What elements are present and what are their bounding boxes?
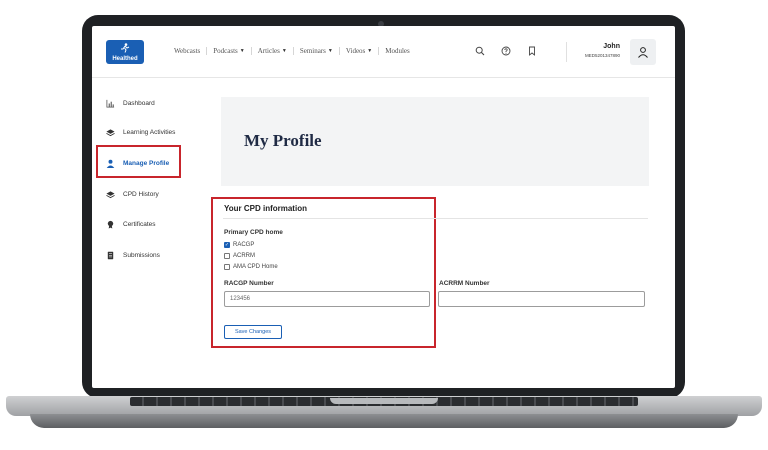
option-acrrm[interactable]: ACRRM <box>224 253 255 259</box>
sidebar-item-dashboard[interactable]: Dashboard <box>106 99 155 108</box>
racgp-number-label: RACGP Number <box>224 280 274 287</box>
chevron-down-icon: ▼ <box>281 48 287 54</box>
nav-videos[interactable]: Videos ▼ <box>340 47 380 55</box>
laptop-screen: Healthed Webcasts Podcasts ▼ Articles ▼ Se… <box>92 26 675 388</box>
user-icon <box>106 159 115 168</box>
laptop-base-bottom <box>30 414 738 428</box>
cpd-section-title: Your CPD information <box>224 204 307 213</box>
check-icon: ✓ <box>224 241 230 248</box>
document-icon <box>107 251 114 260</box>
checkbox-racgp[interactable]: ✓ <box>224 242 230 248</box>
nav-podcasts[interactable]: Podcasts ▼ <box>207 47 252 55</box>
nav-modules[interactable]: Modules <box>379 47 416 55</box>
page-header-panel: My Profile <box>221 97 649 186</box>
nav-icon-group <box>475 46 537 56</box>
chevron-down-icon: ▼ <box>367 48 373 54</box>
user-icon <box>638 47 648 58</box>
healthed-logo[interactable]: Healthed <box>106 40 144 64</box>
sidebar-item-learning-activities[interactable]: Learning Activities <box>106 128 175 137</box>
bookmark-icon[interactable] <box>527 46 537 56</box>
user-divider <box>566 42 567 62</box>
top-navbar: Healthed Webcasts Podcasts ▼ Articles ▼ Se… <box>92 26 675 78</box>
racgp-number-input[interactable]: 123456 <box>224 291 430 307</box>
nav-seminars[interactable]: Seminars ▼ <box>294 47 340 55</box>
logo-text: Healthed <box>112 56 138 62</box>
option-racgp[interactable]: ✓ RACGP <box>224 242 254 248</box>
user-id: MED5201347890 <box>584 53 620 58</box>
layers-icon <box>106 191 115 199</box>
primary-cpd-label: Primary CPD home <box>224 229 283 236</box>
nav-articles[interactable]: Articles ▼ <box>252 47 294 55</box>
chart-icon <box>106 99 115 108</box>
acrrm-number-input[interactable] <box>438 291 645 307</box>
search-icon[interactable] <box>475 46 485 56</box>
page-title: My Profile <box>244 131 322 150</box>
chevron-down-icon: ▼ <box>327 48 333 54</box>
checkbox-acrrm[interactable] <box>224 253 230 259</box>
help-icon[interactable] <box>501 46 511 56</box>
runner-icon <box>121 43 130 53</box>
section-divider <box>223 218 648 219</box>
avatar[interactable] <box>630 39 656 65</box>
laptop-notch <box>330 398 438 404</box>
sidebar-item-manage-profile[interactable]: Manage Profile <box>106 159 169 168</box>
sidebar-item-submissions[interactable]: Submissions <box>106 251 160 260</box>
acrrm-number-label: ACRRM Number <box>439 280 490 287</box>
save-changes-button[interactable]: Save Changes <box>224 325 282 339</box>
user-name: John <box>603 43 620 50</box>
nav-webcasts[interactable]: Webcasts <box>168 47 208 55</box>
award-icon <box>107 220 114 229</box>
layers-icon <box>106 129 115 137</box>
checkbox-ama-cpd-home[interactable] <box>224 264 230 270</box>
sidebar-item-certificates[interactable]: Certificates <box>106 220 156 229</box>
chevron-down-icon: ▼ <box>239 48 245 54</box>
main-nav: Webcasts Podcasts ▼ Articles ▼ Seminars ▼ V… <box>168 47 416 55</box>
option-ama-cpd-home[interactable]: AMA CPD Home <box>224 264 278 270</box>
sidebar-item-cpd-history[interactable]: CPD History <box>106 190 159 199</box>
